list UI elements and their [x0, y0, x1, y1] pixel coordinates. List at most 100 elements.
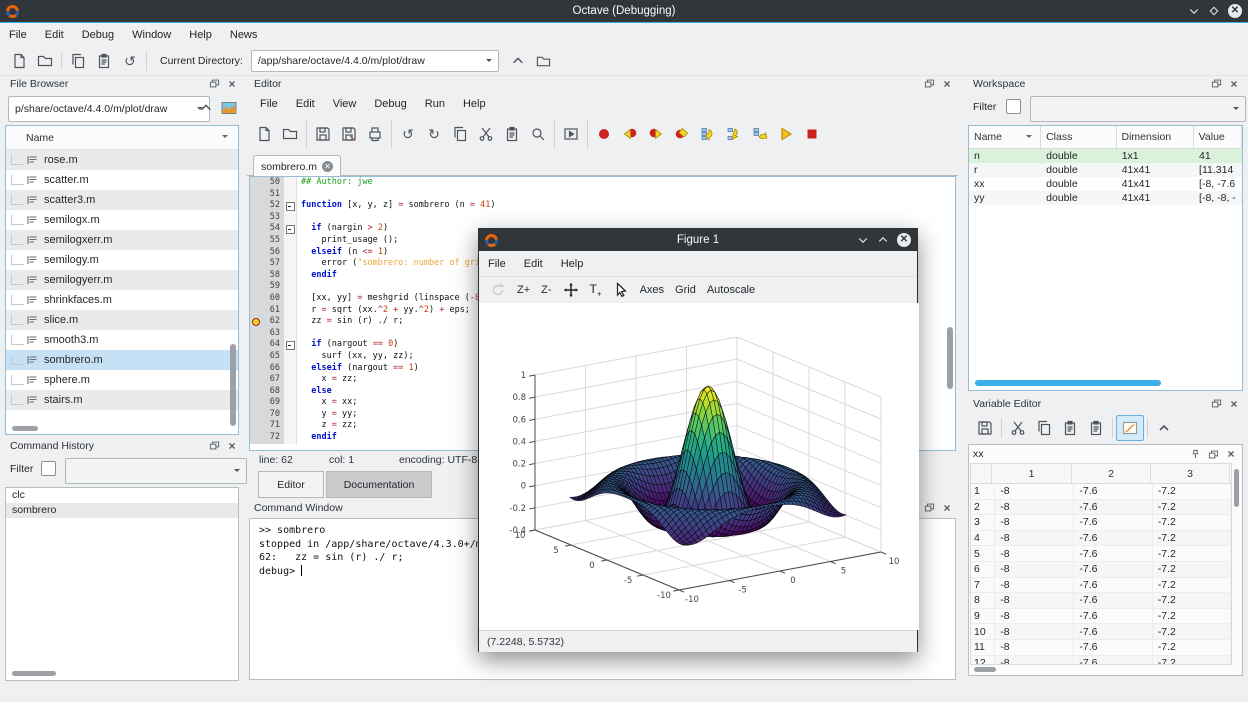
editor-menu-run[interactable]: Run	[416, 93, 454, 115]
column-header-name[interactable]: Name	[969, 126, 1041, 148]
table-row[interactable]: 1-8-7.6-7.2	[971, 484, 1231, 500]
close-icon[interactable]: ×	[1227, 77, 1241, 90]
file-row[interactable]: semilogx.m	[6, 210, 238, 230]
float-icon[interactable]	[922, 77, 936, 90]
close-icon[interactable]: ×	[1227, 397, 1241, 410]
cell[interactable]: -7.2	[1153, 484, 1231, 499]
copy-icon[interactable]	[65, 49, 91, 73]
cell[interactable]: -7.6	[1074, 562, 1152, 577]
cell[interactable]: -7.6	[1074, 578, 1152, 593]
fold-collapse-icon[interactable]	[286, 202, 295, 211]
workspace-row[interactable]: rdouble41x41[11.314	[969, 163, 1242, 177]
step-out-icon[interactable]	[747, 122, 773, 146]
xx-hscrollbar[interactable]	[974, 667, 996, 672]
undo-icon[interactable]: ↺	[395, 122, 421, 146]
figure-menu-help[interactable]: Help	[552, 251, 593, 276]
copy-icon[interactable]	[1031, 416, 1057, 440]
table-row[interactable]: 2-8-7.6-7.2	[971, 500, 1231, 516]
cell[interactable]: -7.6	[1074, 593, 1152, 608]
column-header-dimension[interactable]: Dimension	[1117, 126, 1194, 148]
editor-menu-view[interactable]: View	[324, 93, 366, 115]
float-icon[interactable]	[207, 439, 221, 452]
cut-icon[interactable]	[1005, 416, 1031, 440]
file-row[interactable]: rose.m	[6, 150, 238, 170]
close-icon[interactable]: ×	[940, 501, 954, 514]
cell[interactable]: -7.2	[1153, 609, 1231, 624]
next-breakpoint-icon[interactable]	[643, 122, 669, 146]
table-row[interactable]: 6-8-7.6-7.2	[971, 562, 1231, 578]
cell[interactable]: -8	[995, 578, 1074, 593]
cell[interactable]: -7.2	[1153, 500, 1231, 515]
file-row[interactable]: semilogyerr.m	[6, 270, 238, 290]
cell[interactable]: -8	[995, 484, 1074, 499]
file-row[interactable]: semilogxerr.m	[6, 230, 238, 250]
new-script-icon[interactable]	[6, 49, 32, 73]
stop-icon[interactable]	[799, 122, 825, 146]
current-directory-combo[interactable]: /app/share/octave/4.4.0/m/plot/draw	[251, 50, 499, 72]
history-hscrollbar[interactable]	[12, 671, 56, 676]
up-directory-icon[interactable]	[505, 49, 531, 73]
tab-documentation[interactable]: Documentation	[326, 471, 432, 498]
pin-icon[interactable]	[1188, 448, 1202, 461]
step-in-icon[interactable]	[721, 122, 747, 146]
figure-titlebar[interactable]: Figure 1 ✕	[479, 229, 917, 251]
figure-menu-file[interactable]: File	[479, 251, 515, 276]
paste-icon[interactable]	[1057, 416, 1083, 440]
close-icon[interactable]: ×	[225, 439, 239, 452]
clear-breakpoints-icon[interactable]	[669, 122, 695, 146]
editor-menu-file[interactable]: File	[251, 93, 287, 115]
figure-tool-z[interactable]: Z+	[517, 284, 530, 296]
print-icon[interactable]	[362, 122, 388, 146]
float-icon[interactable]	[207, 77, 221, 90]
collapse-icon[interactable]	[1151, 416, 1177, 440]
figure-tool-grid[interactable]: Grid	[675, 284, 696, 296]
column-header-class[interactable]: Class	[1041, 126, 1116, 148]
browse-directory-icon[interactable]	[531, 49, 557, 73]
pointer-icon[interactable]	[613, 282, 629, 298]
continue-icon[interactable]	[773, 122, 799, 146]
file-list-hscrollbar[interactable]	[12, 426, 38, 431]
file-row[interactable]: sombrero.m	[6, 350, 238, 370]
workspace-row[interactable]: ndouble1x141	[969, 149, 1242, 163]
close-icon[interactable]: ×	[940, 77, 954, 90]
cell[interactable]: -7.6	[1074, 546, 1152, 561]
cell[interactable]: -8	[995, 562, 1074, 577]
file-row[interactable]: scatter3.m	[6, 190, 238, 210]
main-menu-news[interactable]: News	[221, 23, 267, 47]
cell[interactable]: -7.2	[1153, 578, 1231, 593]
figure-window[interactable]: Figure 1 ✕ FileEditHelp Z+Z-T+AxesGridAu…	[478, 228, 918, 652]
cell[interactable]: -7.2	[1153, 593, 1231, 608]
editor-menu-help[interactable]: Help	[454, 93, 495, 115]
maximize-icon[interactable]	[1208, 5, 1220, 17]
file-row[interactable]: semilogy.m	[6, 250, 238, 270]
workspace-filter-combo[interactable]	[1030, 96, 1246, 122]
history-item[interactable]: sombrero	[6, 503, 238, 518]
file-list-vscrollbar[interactable]	[230, 344, 236, 426]
column-header-value[interactable]: Value	[1194, 126, 1242, 148]
close-icon[interactable]: ✕	[897, 233, 911, 247]
pan-icon[interactable]	[563, 282, 579, 298]
table-row[interactable]: 12-8-7.6-7.2	[971, 656, 1231, 665]
cell[interactable]: -7.6	[1074, 515, 1152, 530]
cell[interactable]: -8	[995, 656, 1074, 665]
open-file-icon[interactable]	[32, 49, 58, 73]
editor-menu-edit[interactable]: Edit	[287, 93, 324, 115]
plot-icon[interactable]	[1116, 415, 1144, 441]
cell[interactable]: -7.2	[1153, 531, 1231, 546]
minimize-icon[interactable]	[857, 234, 869, 246]
cell[interactable]: -8	[995, 546, 1074, 561]
column-header-3[interactable]: 3	[1151, 464, 1230, 483]
filter-checkbox[interactable]	[41, 461, 56, 476]
breakpoint-icon[interactable]	[252, 318, 260, 326]
editor-menu-debug[interactable]: Debug	[365, 93, 415, 115]
cell[interactable]: -7.2	[1153, 624, 1231, 639]
save-icon[interactable]	[972, 416, 998, 440]
float-icon[interactable]	[1206, 448, 1220, 461]
find-icon[interactable]	[525, 122, 551, 146]
redo-icon[interactable]: ↻	[421, 122, 447, 146]
file-row[interactable]: smooth3.m	[6, 330, 238, 350]
main-menu-debug[interactable]: Debug	[73, 23, 123, 47]
main-menu-help[interactable]: Help	[180, 23, 221, 47]
cell[interactable]: -7.6	[1074, 500, 1152, 515]
code-line[interactable]: 53	[250, 212, 955, 224]
